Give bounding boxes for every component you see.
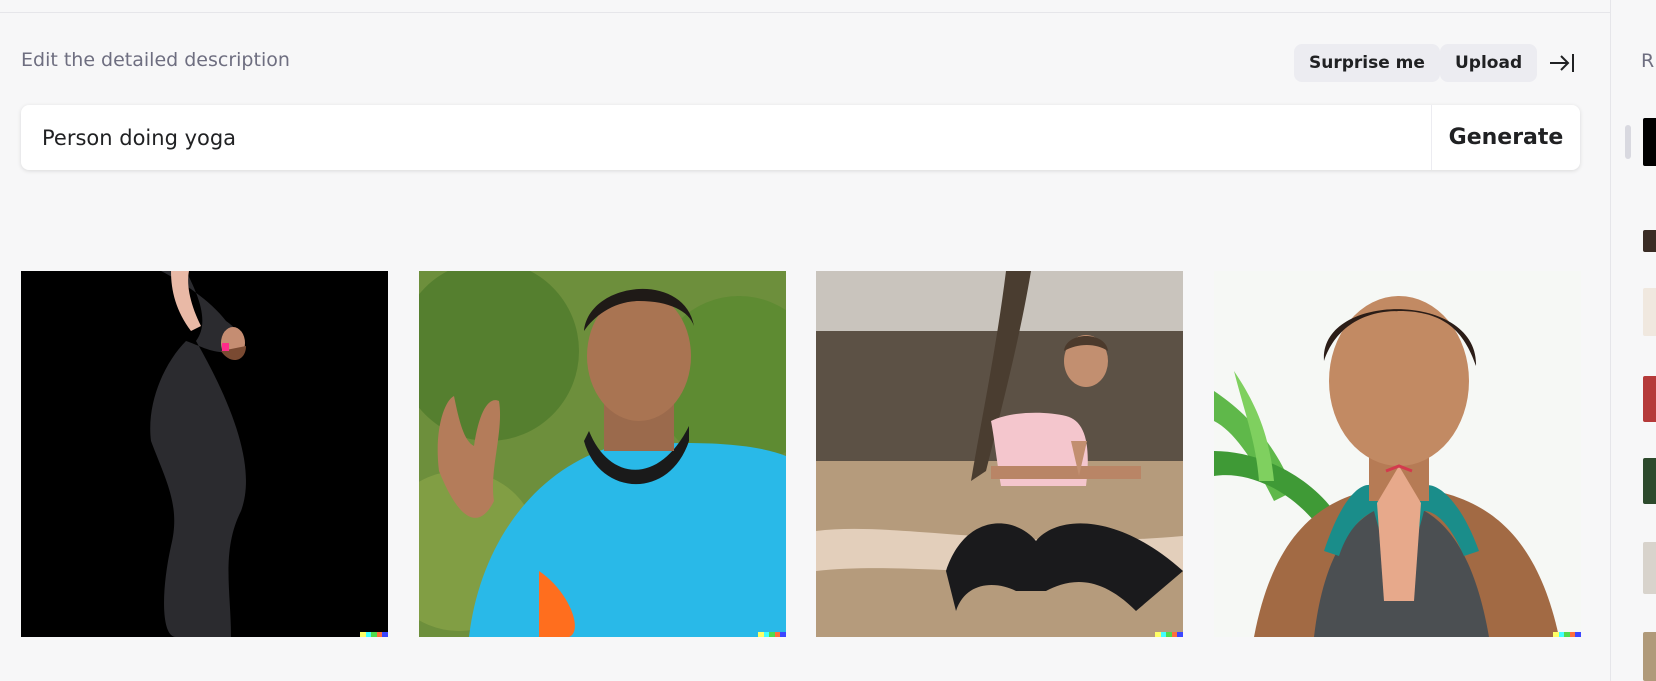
history-thumbnail[interactable] (1643, 458, 1656, 504)
history-label: R (1641, 50, 1655, 72)
prompt-input[interactable] (21, 105, 1431, 170)
history-thumbnail[interactable] (1643, 632, 1656, 681)
signature-watermark (758, 632, 786, 637)
history-thumbnail[interactable] (1643, 288, 1656, 336)
result-image-3[interactable] (816, 271, 1183, 637)
description-label: Edit the detailed description (21, 49, 290, 71)
collapse-icon[interactable] (1548, 51, 1576, 75)
signature-watermark (360, 632, 388, 637)
signature-watermark (1155, 632, 1183, 637)
top-divider (0, 12, 1610, 13)
history-sidebar: R (1610, 0, 1656, 681)
history-thumbnail[interactable] (1643, 118, 1656, 166)
main-panel: Edit the detailed description Surprise m… (0, 0, 1610, 681)
sidebar-scrollbar[interactable] (1625, 125, 1631, 159)
history-thumbnail[interactable] (1643, 542, 1656, 594)
surprise-me-button[interactable]: Surprise me (1294, 44, 1440, 82)
history-thumbnail[interactable] (1643, 230, 1656, 252)
result-image-1[interactable] (21, 271, 388, 637)
generate-button[interactable]: Generate (1432, 105, 1580, 170)
prompt-box: Generate (21, 105, 1580, 170)
result-image-2[interactable] (419, 271, 786, 637)
upload-button[interactable]: Upload (1440, 44, 1538, 82)
result-image-4[interactable] (1214, 271, 1581, 637)
history-thumbnail[interactable] (1643, 376, 1656, 422)
signature-watermark (1553, 632, 1581, 637)
